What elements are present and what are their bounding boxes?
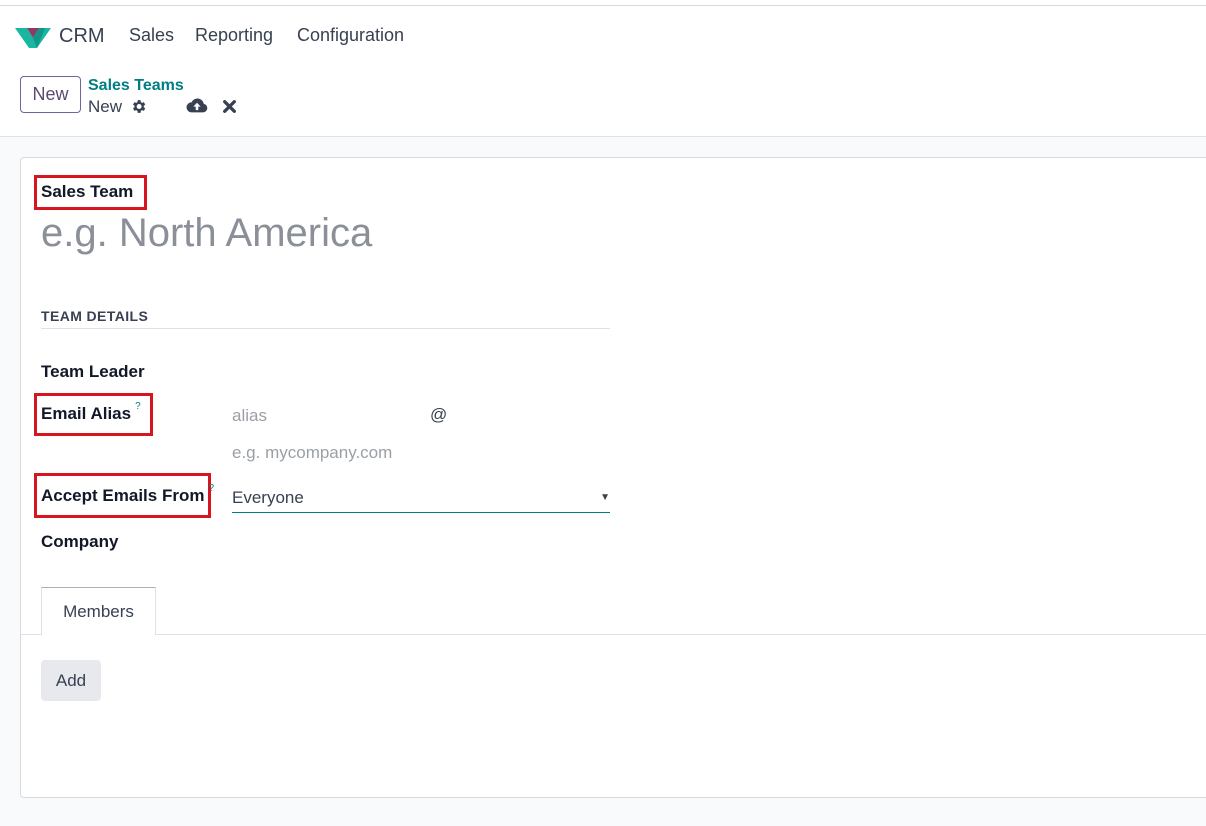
accept-emails-select[interactable]: Everyone ▼	[232, 486, 610, 513]
tab-members[interactable]: Members	[41, 587, 156, 635]
sales-team-label: Sales Team	[41, 182, 134, 201]
main-navbar: CRM Sales Reporting Configuration	[0, 6, 1206, 64]
section-divider	[41, 328, 610, 329]
cloud-upload-icon[interactable]	[186, 97, 208, 114]
chevron-down-icon: ▼	[600, 492, 610, 503]
team-name-input[interactable]: e.g. North America	[41, 211, 372, 256]
section-team-details: TEAM DETAILS	[41, 308, 149, 324]
add-member-button[interactable]: Add	[41, 660, 101, 701]
menu-reporting[interactable]: Reporting	[195, 25, 273, 46]
team-leader-label: Team Leader	[41, 362, 145, 381]
help-icon[interactable]: ?	[208, 483, 214, 494]
breadcrumb-sales-teams[interactable]: Sales Teams	[88, 77, 184, 95]
gear-icon[interactable]	[130, 98, 147, 115]
app-name[interactable]: CRM	[59, 25, 105, 48]
at-sign: @	[430, 405, 448, 424]
menu-sales[interactable]: Sales	[129, 25, 174, 46]
accept-emails-label: Accept Emails From?	[41, 483, 215, 505]
new-button[interactable]: New	[20, 76, 81, 113]
company-label: Company	[41, 532, 119, 551]
breadcrumb-current: New	[88, 97, 123, 116]
control-panel: New Sales Teams New	[0, 64, 1206, 137]
menu-configuration[interactable]: Configuration	[297, 25, 404, 46]
alias-domain-input[interactable]: e.g. mycompany.com	[232, 443, 392, 463]
crm-logo-icon[interactable]	[15, 24, 51, 50]
accept-emails-value: Everyone	[232, 488, 304, 507]
email-alias-label: Email Alias?	[41, 401, 141, 423]
alias-input[interactable]: alias	[232, 406, 267, 426]
tabs-divider	[21, 634, 1206, 635]
close-icon[interactable]	[222, 99, 237, 114]
help-icon[interactable]: ?	[135, 401, 141, 412]
